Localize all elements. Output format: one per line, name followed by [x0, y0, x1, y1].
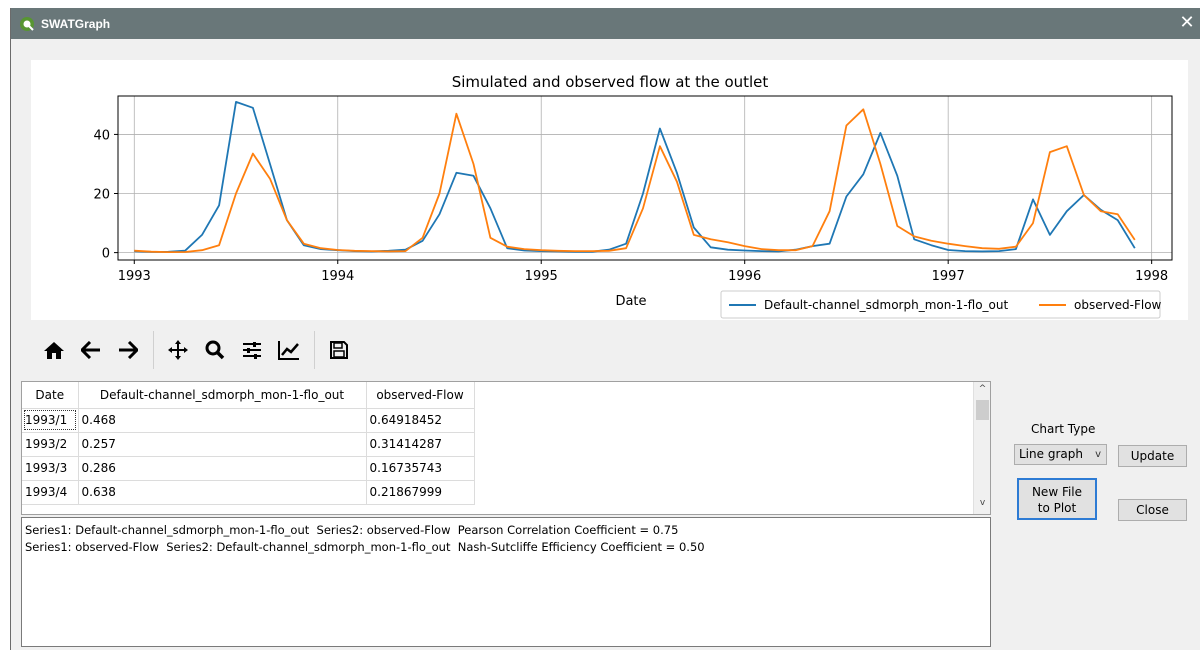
cell-observed[interactable]: 0.21867999	[366, 480, 475, 505]
legend-label-observed: observed-Flow	[1074, 298, 1162, 312]
cell-date[interactable]: 1993/2	[22, 432, 79, 457]
toolbar-separator	[314, 331, 315, 369]
scroll-thumb[interactable]	[976, 400, 989, 420]
scroll-up-arrow-icon[interactable]: ^	[974, 384, 990, 398]
chart-type-dropdown[interactable]: Line graph v	[1014, 444, 1107, 465]
window-title: SWATGraph	[41, 16, 111, 31]
y-tick-label: 20	[93, 188, 110, 203]
result-line-nash-sutcliffe: Series1: observed-Flow Series2: Default-…	[25, 540, 705, 554]
back-arrow-icon[interactable]	[76, 335, 106, 365]
close-button[interactable]: Close	[1118, 499, 1187, 521]
x-tick-label: 1995	[525, 269, 558, 284]
flow-chart: 1993 1994 1995 1996 1997 1998 0 20 40 Simulated …	[93, 73, 1173, 319]
column-header-simulated[interactable]: Default-channel_sdmorph_mon-1-flo_out	[78, 382, 367, 409]
new-file-label-line1: New File	[1031, 485, 1083, 499]
cell-observed[interactable]: 0.16735743	[366, 456, 475, 481]
new-file-label-line2: to Plot	[1037, 501, 1077, 515]
results-text-area[interactable]: Series1: Default-channel_sdmorph_mon-1-f…	[21, 517, 991, 647]
title-bar: SWATGraph ✕	[11, 8, 1200, 39]
table-row[interactable]: 1993/2 0.257 0.31414287	[22, 432, 475, 457]
home-icon[interactable]	[39, 335, 69, 365]
close-icon[interactable]: ✕	[1177, 13, 1197, 33]
save-icon[interactable]	[324, 335, 354, 365]
chart-type-label: Chart Type	[1031, 422, 1096, 436]
new-file-to-plot-button[interactable]: New File to Plot	[1017, 478, 1097, 520]
y-tick-label: 40	[93, 128, 110, 143]
x-tick-label: 1997	[932, 269, 965, 284]
x-tick-label: 1996	[728, 269, 761, 284]
column-header-observed[interactable]: observed-Flow	[366, 382, 475, 409]
chevron-down-icon: v	[1095, 449, 1101, 460]
series-line-observed	[134, 108, 1136, 254]
cell-simulated[interactable]: 0.286	[78, 456, 367, 481]
cell-simulated[interactable]: 0.468	[78, 408, 367, 433]
data-table: Date Default-channel_sdmorph_mon-1-flo_o…	[22, 382, 475, 505]
pan-icon[interactable]	[163, 335, 193, 365]
zoom-icon[interactable]	[200, 335, 230, 365]
cell-simulated[interactable]: 0.638	[78, 480, 367, 505]
x-tick-label: 1993	[118, 269, 151, 284]
y-tick-label: 0	[102, 247, 110, 262]
x-tick-label: 1998	[1135, 269, 1168, 284]
table-row[interactable]: 1993/1 0.468 0.64918452	[22, 408, 475, 433]
edit-axis-icon[interactable]	[274, 335, 304, 365]
cell-observed[interactable]: 0.64918452	[366, 408, 475, 433]
qgis-logo-icon	[20, 16, 34, 31]
cell-date[interactable]: 1993/1	[22, 408, 79, 433]
swatgraph-window: SWATGraph ✕ 1993 1994 1995 1996 1997 1998 0 20 4…	[10, 8, 1200, 650]
cell-simulated[interactable]: 0.257	[78, 432, 367, 457]
legend-label-simulated: Default-channel_sdmorph_mon-1-flo_out	[764, 298, 1008, 312]
result-line-pearson: Series1: Default-channel_sdmorph_mon-1-f…	[25, 523, 679, 537]
update-button[interactable]: Update	[1118, 445, 1187, 467]
scroll-down-arrow-icon[interactable]: v	[974, 498, 990, 512]
cell-date[interactable]: 1993/3	[22, 456, 79, 481]
plot-frame	[117, 95, 1173, 261]
forward-arrow-icon[interactable]	[113, 335, 143, 365]
configure-subplots-icon[interactable]	[237, 335, 267, 365]
chart-legend: Default-channel_sdmorph_mon-1-flo_out ob…	[720, 290, 1162, 319]
cell-date[interactable]: 1993/4	[22, 480, 79, 505]
column-header-date[interactable]: Date	[22, 382, 79, 409]
chart-type-selected-value: Line graph	[1019, 447, 1083, 461]
x-tick-label: 1994	[321, 269, 354, 284]
cell-observed[interactable]: 0.31414287	[366, 432, 475, 457]
toolbar-separator	[153, 331, 154, 369]
table-row[interactable]: 1993/4 0.638 0.21867999	[22, 480, 475, 505]
chart-title: Simulated and observed flow at the outle…	[452, 73, 769, 91]
table-row[interactable]: 1993/3 0.286 0.16735743	[22, 456, 475, 481]
plot-toolbar	[39, 328, 361, 372]
plot-canvas: 1993 1994 1995 1996 1997 1998 0 20 40 Simulated …	[31, 60, 1188, 320]
data-table-view[interactable]: Date Default-channel_sdmorph_mon-1-flo_o…	[21, 381, 991, 515]
x-axis-label: Date	[615, 294, 646, 309]
vertical-scrollbar[interactable]: ^ v	[973, 382, 990, 514]
